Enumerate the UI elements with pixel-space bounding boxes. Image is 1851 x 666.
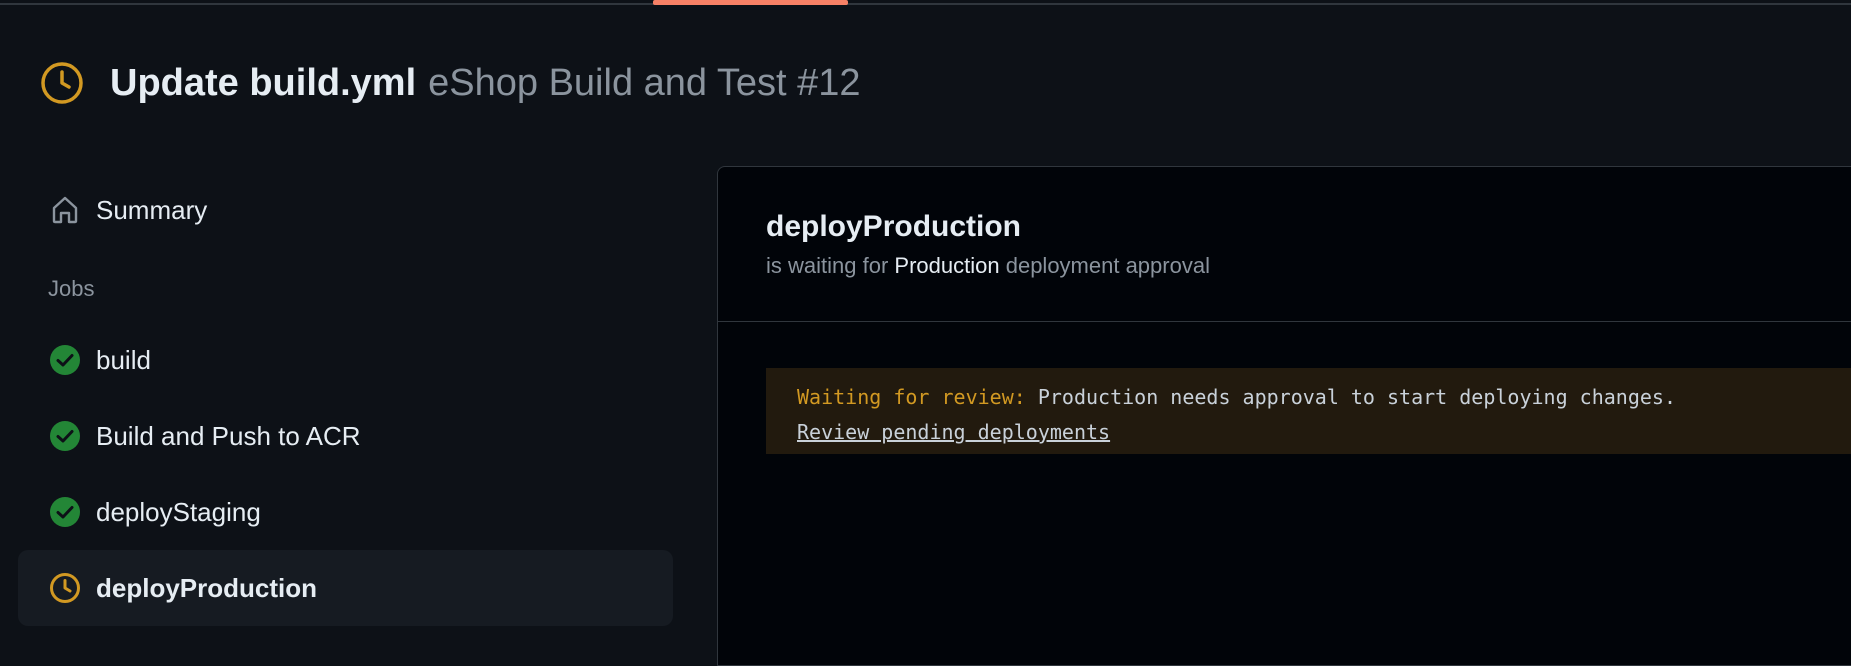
sidebar: Summary Jobs build Build and Push to ACR xyxy=(18,172,673,626)
home-icon xyxy=(48,193,82,227)
sidebar-item-summary[interactable]: Summary xyxy=(18,172,673,248)
clock-icon xyxy=(40,61,84,105)
workflow-name: eShop Build and Test #12 xyxy=(428,61,861,104)
sidebar-item-label: build xyxy=(96,344,151,375)
sidebar-item-label: Build and Push to ACR xyxy=(96,420,361,451)
job-panel-header: deployProduction is waiting for Producti… xyxy=(718,167,1851,322)
sidebar-item-build-and-push[interactable]: Build and Push to ACR xyxy=(18,398,673,474)
status-suffix: deployment approval xyxy=(1005,253,1210,278)
sidebar-item-deploy-production[interactable]: deployProduction xyxy=(18,550,673,626)
sidebar-item-build[interactable]: build xyxy=(18,322,673,398)
environment-name: Production xyxy=(894,253,1000,278)
sidebar-item-label: Summary xyxy=(96,194,208,225)
top-border xyxy=(0,0,1851,5)
run-title: Update build.yml xyxy=(110,61,417,104)
sidebar-item-label: deployStaging xyxy=(96,496,261,527)
status-prefix: is waiting for xyxy=(766,253,889,278)
job-title: deployProduction xyxy=(766,210,1021,243)
jobs-heading: Jobs xyxy=(48,276,95,301)
sidebar-item-deploy-staging[interactable]: deployStaging xyxy=(18,474,673,550)
review-pending-deployments-link[interactable]: Review pending deployments xyxy=(797,420,1110,444)
notice-label: Waiting for review: xyxy=(797,385,1026,409)
check-circle-icon xyxy=(48,419,82,453)
run-header: Update build.yml eShop Build and Test #1… xyxy=(40,58,861,108)
job-status-text: is waiting for Production deployment app… xyxy=(766,253,1851,279)
check-circle-icon xyxy=(48,495,82,529)
check-circle-icon xyxy=(48,343,82,377)
clock-icon xyxy=(48,571,82,605)
review-notice: Waiting for review: Production needs app… xyxy=(766,368,1851,454)
active-tab-indicator xyxy=(653,0,848,5)
notice-message: Production needs approval to start deplo… xyxy=(1037,385,1677,409)
sidebar-item-label: deployProduction xyxy=(96,572,317,603)
job-panel: deployProduction is waiting for Producti… xyxy=(717,166,1851,666)
